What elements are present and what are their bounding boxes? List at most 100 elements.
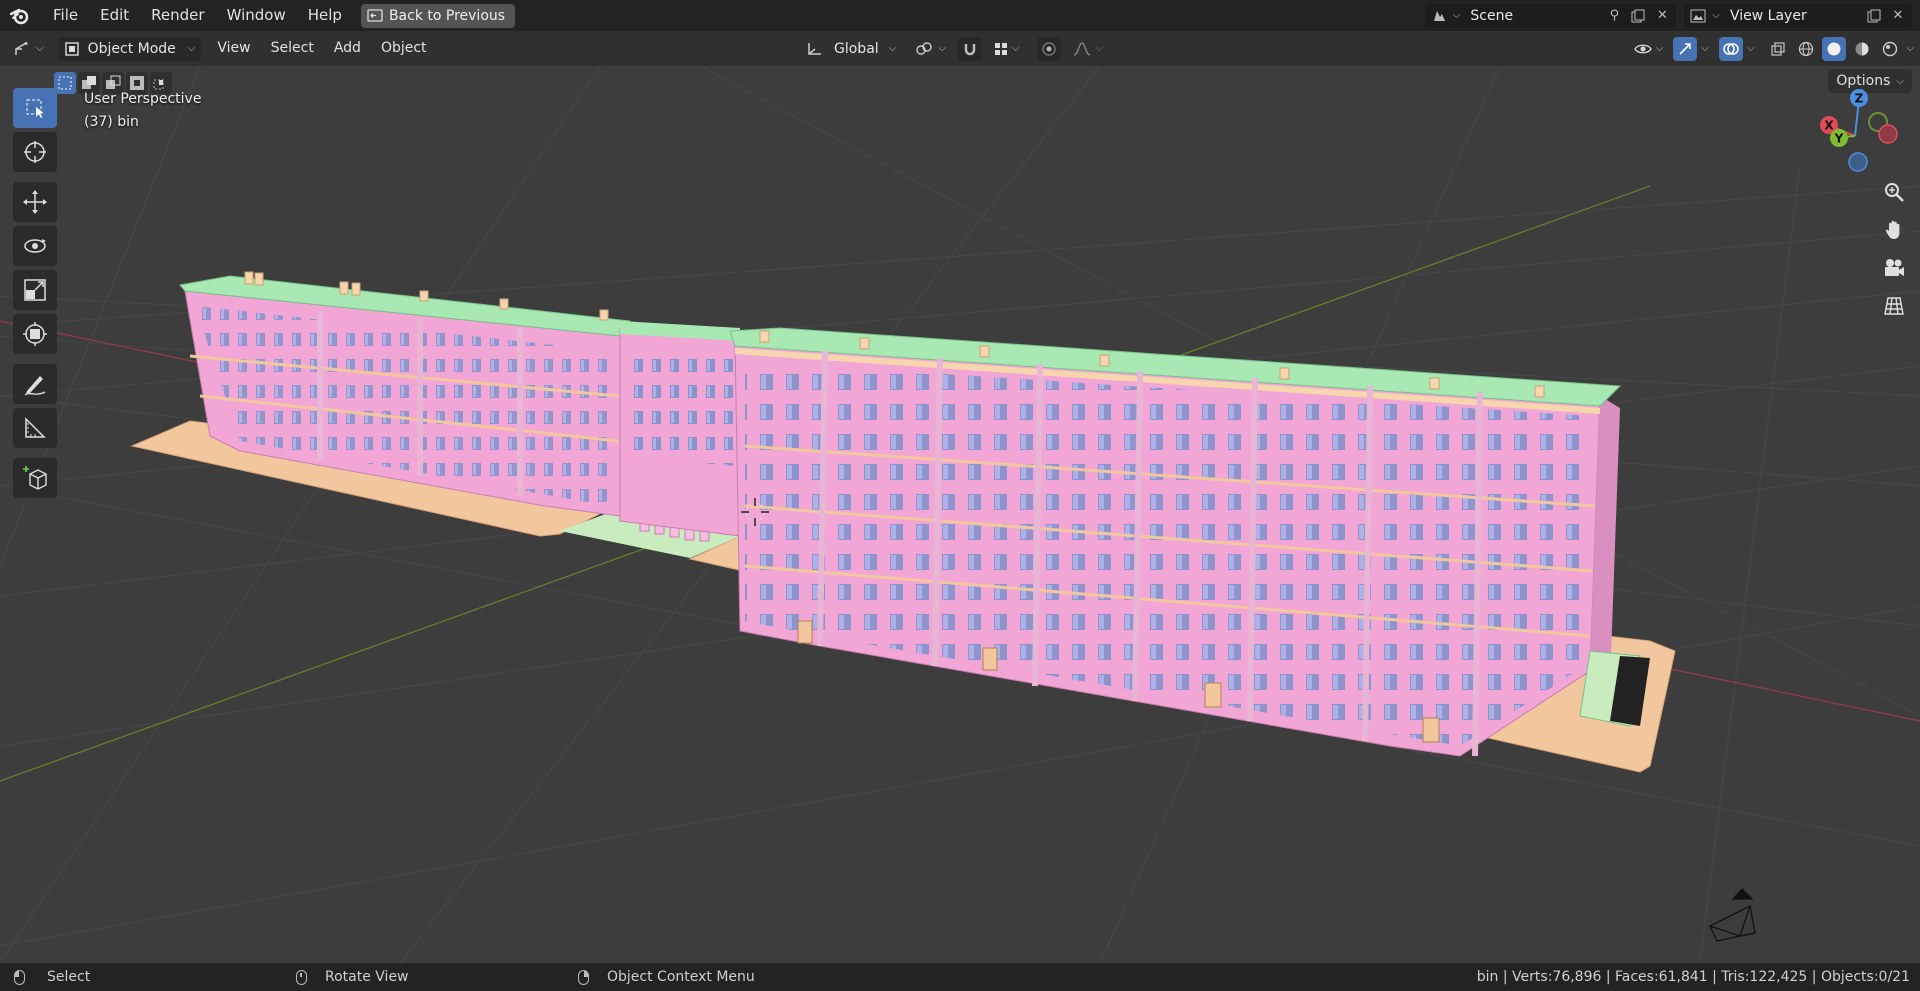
editor-type-selector[interactable]: ⌵ bbox=[8, 37, 50, 61]
chevron-down-icon: ⌵ bbox=[1452, 10, 1461, 21]
transform-orientation-label: Global bbox=[834, 40, 879, 57]
zoom-button[interactable] bbox=[1878, 176, 1910, 208]
blender-logo-icon[interactable] bbox=[8, 4, 32, 28]
status-bar: Select Rotate View Object Context Menu b… bbox=[0, 963, 1920, 991]
transform-orientation-dropdown[interactable]: Global ⌵ bbox=[800, 37, 902, 61]
zoom-magnifier-icon bbox=[1885, 183, 1904, 202]
material-sphere-icon bbox=[1855, 42, 1869, 55]
chevron-down-icon[interactable]: ⌵ bbox=[1701, 43, 1709, 54]
visibility-dropdown[interactable]: ⌵ bbox=[1628, 37, 1670, 61]
scene-icon[interactable] bbox=[1429, 6, 1449, 26]
rotate-icon bbox=[24, 239, 46, 253]
header-menu-view[interactable]: View bbox=[207, 31, 260, 66]
wireframe-sphere-icon bbox=[1799, 41, 1814, 56]
viewport-info: User Perspective (37) bin bbox=[84, 88, 201, 134]
menu-window[interactable]: Window bbox=[216, 0, 297, 31]
header-menu-object[interactable]: Object bbox=[371, 31, 437, 66]
solid-sphere-icon bbox=[1827, 42, 1841, 55]
proportional-falloff-dropdown[interactable]: ⌵ bbox=[1067, 37, 1109, 61]
scene-name-field[interactable]: Scene bbox=[1464, 5, 1600, 27]
overlays-icon bbox=[1723, 42, 1739, 55]
menu-render[interactable]: Render bbox=[140, 0, 215, 31]
tool-measure[interactable] bbox=[13, 408, 57, 448]
shading-material-button[interactable] bbox=[1850, 37, 1874, 61]
view-layer-name-field[interactable]: View Layer bbox=[1724, 5, 1860, 27]
object-mode-dropdown[interactable]: Object Mode ⌵ bbox=[57, 36, 202, 61]
chevron-down-icon[interactable]: ⌵ bbox=[1747, 43, 1755, 54]
viewport-display-tools: ⌵ ⌵ ⌵ ⌵ bbox=[1628, 31, 1914, 66]
view-layer-selector[interactable]: ⌵ View Layer ✕ bbox=[1684, 3, 1912, 28]
camera-icon bbox=[1885, 259, 1904, 276]
status-rotate-hint: Rotate View bbox=[296, 969, 409, 985]
measure-ruler-icon bbox=[25, 417, 46, 438]
transform-icon bbox=[23, 322, 47, 346]
perspective-label: User Perspective bbox=[84, 91, 202, 107]
chevron-down-icon: ⌵ bbox=[36, 43, 44, 54]
select-new-icon bbox=[58, 76, 72, 90]
select-box-icon bbox=[26, 99, 44, 118]
building-right-windows bbox=[745, 361, 1590, 746]
object-mode-label: Object Mode bbox=[87, 40, 176, 57]
close-icon[interactable]: ✕ bbox=[1888, 6, 1908, 26]
chevron-down-icon: ⌵ bbox=[1712, 10, 1720, 21]
scene-selectors: ⌵ Scene ⚲ ✕ ⌵ View Layer ✕ bbox=[1424, 0, 1920, 31]
tool-move[interactable] bbox=[13, 182, 57, 222]
navigation-buttons bbox=[1878, 176, 1910, 322]
tool-add-cube[interactable] bbox=[13, 458, 57, 498]
tool-annotate[interactable] bbox=[13, 364, 57, 404]
new-scene-icon[interactable] bbox=[1628, 6, 1648, 26]
header-menu-add[interactable]: Add bbox=[324, 31, 371, 66]
active-object-label: (37) bin bbox=[84, 114, 139, 130]
gizmo-neg-z-icon[interactable] bbox=[1848, 152, 1868, 172]
gizmo-x-label: X bbox=[1824, 119, 1834, 133]
xray-toggle[interactable] bbox=[1766, 37, 1790, 61]
3d-viewport[interactable]: Options ⌵ User Perspective (37) bin Z X … bbox=[0, 66, 1920, 963]
tool-shelf bbox=[12, 88, 58, 502]
back-to-previous-button[interactable]: Back to Previous bbox=[360, 3, 516, 28]
close-icon[interactable]: ✕ bbox=[1652, 6, 1672, 26]
chevron-down-icon[interactable]: ⌵ bbox=[1906, 43, 1914, 54]
chevron-down-icon: ⌵ bbox=[938, 43, 946, 54]
scene-selector[interactable]: ⌵ Scene ⚲ ✕ bbox=[1424, 3, 1677, 28]
snap-toggle[interactable] bbox=[957, 36, 982, 61]
scale-icon bbox=[24, 279, 46, 301]
object-mode-icon bbox=[64, 41, 79, 56]
status-select-label: Select bbox=[47, 969, 91, 985]
status-rotate-label: Rotate View bbox=[325, 969, 409, 985]
gizmo-neg-x-icon[interactable] bbox=[1878, 124, 1898, 144]
editor-type-icon bbox=[15, 41, 28, 55]
chevron-down-icon: ⌵ bbox=[1655, 43, 1664, 54]
pivot-point-dropdown[interactable]: ⌵ bbox=[908, 37, 952, 61]
view-layer-icon[interactable] bbox=[1688, 6, 1708, 26]
camera-view-button[interactable] bbox=[1878, 252, 1910, 284]
pan-button[interactable] bbox=[1878, 214, 1910, 246]
transform-tools: Global ⌵ ⌵ ⌵ ⌵ bbox=[800, 31, 1109, 66]
eye-icon bbox=[1633, 44, 1652, 53]
rendered-sphere-icon bbox=[1883, 41, 1898, 56]
snap-grid-icon bbox=[994, 42, 1007, 55]
back-screen-icon bbox=[367, 8, 383, 22]
tool-transform[interactable] bbox=[13, 314, 57, 354]
header-menu-select[interactable]: Select bbox=[261, 31, 324, 66]
tool-rotate[interactable] bbox=[13, 226, 57, 266]
snap-target-dropdown[interactable]: ⌵ bbox=[988, 37, 1026, 61]
new-view-layer-icon[interactable] bbox=[1864, 6, 1884, 26]
pin-icon[interactable]: ⚲ bbox=[1604, 6, 1624, 26]
mouse-right-icon bbox=[578, 969, 589, 985]
tool-scale[interactable] bbox=[13, 270, 57, 310]
shading-rendered-button[interactable] bbox=[1878, 37, 1902, 61]
grid-perspective-icon bbox=[1884, 297, 1904, 315]
tool-cursor[interactable] bbox=[13, 132, 57, 172]
tool-select-box[interactable] bbox=[13, 88, 57, 128]
shading-wireframe-button[interactable] bbox=[1794, 37, 1818, 61]
menu-edit[interactable]: Edit bbox=[89, 0, 140, 31]
viewport-header: ⌵ Object Mode ⌵ View Select Add Object G… bbox=[0, 31, 1920, 66]
add-cube-icon bbox=[23, 466, 47, 490]
gizmo-toggle[interactable] bbox=[1673, 36, 1698, 61]
shading-solid-button[interactable] bbox=[1822, 36, 1847, 61]
menu-help[interactable]: Help bbox=[297, 0, 353, 31]
menu-file[interactable]: File bbox=[42, 0, 89, 31]
overlays-toggle[interactable] bbox=[1718, 36, 1743, 61]
proportional-editing-toggle[interactable] bbox=[1037, 36, 1062, 61]
orthographic-toggle-button[interactable] bbox=[1878, 290, 1910, 322]
